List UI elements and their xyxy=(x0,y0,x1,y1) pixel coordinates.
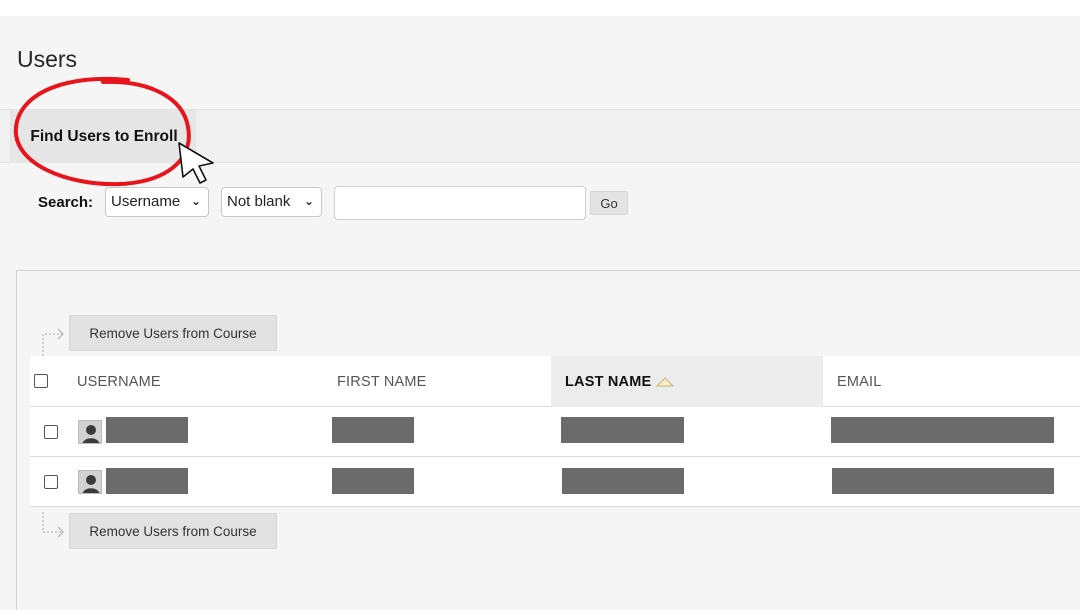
table-header: USERNAME FIRST NAME LAST NAME EMAIL xyxy=(30,356,1080,407)
select-all-checkbox[interactable] xyxy=(34,374,48,388)
last-name-cell-redacted xyxy=(561,417,684,443)
first-name-cell-redacted xyxy=(332,417,414,443)
triangle-up-icon xyxy=(656,376,675,386)
email-cell-redacted xyxy=(832,468,1054,494)
row-checkbox[interactable] xyxy=(44,425,58,439)
find-users-to-enroll-button[interactable]: Find Users to Enroll xyxy=(10,110,196,163)
search-input[interactable] xyxy=(334,186,586,220)
username-cell-redacted xyxy=(106,417,188,443)
remove-users-button-bottom[interactable]: Remove Users from Course xyxy=(69,513,277,549)
column-header-username[interactable]: USERNAME xyxy=(77,356,277,407)
chevron-down-icon: ⌄ xyxy=(303,194,314,208)
table-row xyxy=(30,457,1080,507)
page-title: Users xyxy=(17,46,78,72)
remove-users-button-top[interactable]: Remove Users from Course xyxy=(69,315,277,351)
top-bar xyxy=(0,0,1080,16)
search-field-value: Username xyxy=(111,193,181,210)
go-button[interactable]: Go xyxy=(590,191,628,215)
column-header-last-name[interactable]: LAST NAME xyxy=(551,356,823,407)
first-name-cell-redacted xyxy=(332,468,414,494)
user-silhouette-icon xyxy=(78,470,102,494)
search-operator-value: Not blank xyxy=(227,193,291,210)
chevron-down-icon: ⌄ xyxy=(190,194,201,208)
table-row xyxy=(30,407,1080,457)
search-operator-select[interactable]: Not blank ⌄ xyxy=(221,187,322,217)
email-cell-redacted xyxy=(831,417,1054,443)
search-bar: Search: Username ⌄ Not blank ⌄ Go xyxy=(0,186,700,220)
last-name-cell-redacted xyxy=(562,468,684,494)
action-bar: Find Users to Enroll xyxy=(0,109,1080,163)
search-field-select[interactable]: Username ⌄ xyxy=(105,187,209,217)
column-header-first-name[interactable]: FIRST NAME xyxy=(337,356,537,407)
row-checkbox[interactable] xyxy=(44,475,58,489)
username-cell-redacted xyxy=(106,468,188,494)
user-silhouette-icon xyxy=(78,420,102,444)
search-label: Search: xyxy=(38,194,94,211)
column-header-email[interactable]: EMAIL xyxy=(837,356,1037,407)
column-header-last-name-label: LAST NAME xyxy=(565,373,652,390)
